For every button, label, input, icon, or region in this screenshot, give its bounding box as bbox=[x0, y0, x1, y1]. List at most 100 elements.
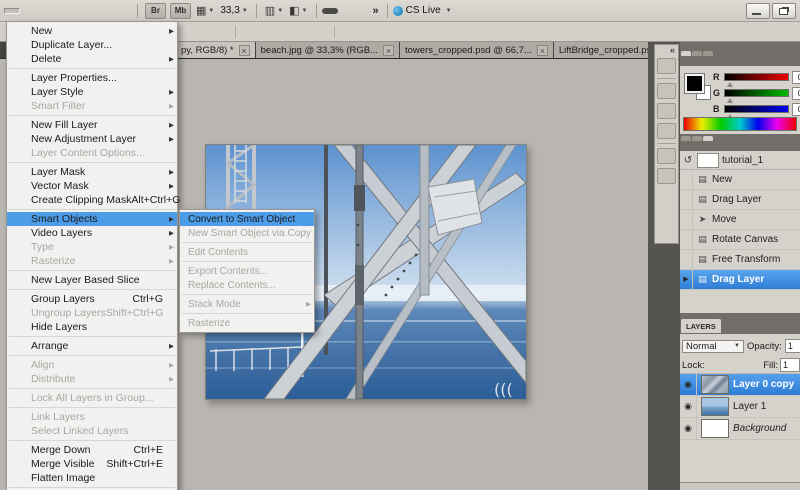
panel-tab[interactable] bbox=[681, 136, 691, 141]
eye-icon[interactable]: ◉ bbox=[680, 418, 697, 439]
history-state[interactable]: ▶ ▤ Drag Layer bbox=[680, 270, 800, 290]
brush-panel-icon[interactable] bbox=[657, 83, 676, 99]
tab-layers[interactable]: LAYERS bbox=[681, 319, 721, 333]
document-tab[interactable]: towers_cropped.psd @ 66,7... × bbox=[400, 42, 553, 58]
clone-source-panel-icon[interactable] bbox=[657, 103, 676, 119]
menubar-menu[interactable] bbox=[52, 8, 68, 14]
document-tab[interactable]: beach.jpg @ 33,3% (RGB... × bbox=[256, 42, 399, 58]
history-state[interactable]: ▤ Free Transform bbox=[680, 250, 800, 270]
channel-slider[interactable] bbox=[724, 89, 789, 97]
paragraph-panel-icon[interactable] bbox=[657, 168, 676, 184]
menu-item[interactable]: Convert to Smart Object bbox=[180, 212, 314, 226]
menu-item[interactable]: Flatten Image bbox=[7, 471, 177, 485]
color-spectrum-bar[interactable] bbox=[683, 117, 797, 131]
menubar-menu[interactable] bbox=[100, 8, 116, 14]
fill-value[interactable]: 1 bbox=[780, 358, 800, 372]
menu-item[interactable]: Hide Layers bbox=[7, 320, 177, 334]
menu-item[interactable]: New Fill Layer ▶ bbox=[7, 118, 177, 132]
menubar-menu[interactable] bbox=[20, 8, 36, 14]
menu-item[interactable]: Merge Down Ctrl+E bbox=[7, 443, 177, 457]
view-extras-button[interactable]: ▦ ▼ bbox=[196, 4, 214, 17]
history-state-gutter[interactable] bbox=[680, 210, 693, 229]
menu-item[interactable]: Vector Mask ▶ bbox=[7, 179, 177, 193]
history-state-gutter[interactable] bbox=[680, 170, 693, 189]
cs-live-button[interactable]: CS Live ▼ bbox=[393, 5, 452, 16]
channel-slider[interactable] bbox=[724, 105, 789, 113]
slider-marker-icon[interactable] bbox=[727, 79, 733, 87]
history-brush-icon[interactable]: ↺ bbox=[682, 155, 694, 166]
history-state-gutter[interactable]: ▶ bbox=[680, 270, 693, 289]
document-tab[interactable]: py, RGB/8) * × bbox=[176, 42, 255, 58]
history-state[interactable]: ▤ New bbox=[680, 170, 800, 190]
menu-item[interactable]: Video Layers ▶ bbox=[7, 226, 177, 240]
foreground-color-swatch[interactable] bbox=[685, 74, 704, 93]
Layer 1[interactable]: ◉ Layer 1 bbox=[680, 396, 800, 418]
panel-tab[interactable] bbox=[703, 51, 713, 56]
document-tab[interactable]: LiftBridge_cropped.psd @ 8... × bbox=[554, 42, 648, 58]
separator bbox=[9, 440, 175, 441]
panel-tab[interactable] bbox=[692, 51, 702, 56]
close-icon[interactable]: × bbox=[383, 45, 394, 56]
menu-item[interactable]: Delete ▶ bbox=[7, 52, 177, 66]
eye-icon[interactable]: ◉ bbox=[680, 374, 697, 395]
channel-value[interactable]: 0 bbox=[792, 87, 800, 100]
restore-button[interactable] bbox=[772, 3, 796, 19]
menu-item[interactable]: Arrange ▶ bbox=[7, 339, 177, 353]
menubar-menu[interactable] bbox=[36, 8, 52, 14]
slider-marker-icon[interactable] bbox=[727, 95, 733, 103]
menubar-menu[interactable] bbox=[4, 8, 20, 14]
bridge-button[interactable]: Br bbox=[145, 3, 166, 19]
channel-slider[interactable] bbox=[724, 73, 789, 81]
menu-item[interactable]: Layer Properties... bbox=[7, 71, 177, 85]
expand-dock-icon[interactable]: « bbox=[670, 45, 678, 56]
mini-bridge-panel-icon[interactable] bbox=[657, 58, 676, 74]
menu-item[interactable]: New Adjustment Layer ▶ bbox=[7, 132, 177, 146]
workspace-button[interactable] bbox=[338, 8, 354, 14]
Layer 0 copy[interactable]: ◉ Layer 0 copy bbox=[680, 374, 800, 396]
menu-item[interactable]: New Layer Based Slice bbox=[7, 273, 177, 287]
history-state[interactable]: ▤ Rotate Canvas bbox=[680, 230, 800, 250]
workspace-button[interactable] bbox=[354, 8, 370, 14]
minimize-button[interactable] bbox=[746, 3, 770, 19]
menubar-menu[interactable] bbox=[84, 8, 100, 14]
menu-item[interactable]: Create Clipping Mask Alt+Ctrl+G bbox=[7, 193, 177, 207]
layer-thumbnail[interactable] bbox=[701, 419, 729, 438]
workspace-button[interactable] bbox=[322, 8, 338, 14]
channel-value[interactable]: 0 bbox=[792, 103, 800, 116]
zoom-level-control[interactable]: 33,3 ▼ bbox=[220, 5, 247, 16]
history-state-gutter[interactable] bbox=[680, 230, 693, 249]
screen-mode-button[interactable]: ◧ ▼ bbox=[289, 4, 307, 17]
menu-item[interactable]: Merge Visible Shift+Ctrl+E bbox=[7, 457, 177, 471]
layer-comps-panel-icon[interactable] bbox=[657, 123, 676, 139]
panel-tab[interactable] bbox=[692, 136, 702, 141]
panel-tab[interactable] bbox=[681, 51, 691, 56]
blend-mode-select[interactable]: Normal ▼ bbox=[682, 340, 744, 353]
channel-value[interactable]: 0 bbox=[792, 71, 800, 84]
menu-item[interactable]: Group Layers Ctrl+G bbox=[7, 292, 177, 306]
menu-item[interactable]: Duplicate Layer... bbox=[7, 38, 177, 52]
history-state[interactable]: ▤ Drag Layer bbox=[680, 190, 800, 210]
menu-item[interactable]: Layer Style ▶ bbox=[7, 85, 177, 99]
opacity-value[interactable]: 1 bbox=[785, 339, 800, 353]
history-state[interactable]: ➤ Move bbox=[680, 210, 800, 230]
menu-item[interactable]: New ▶ bbox=[7, 24, 177, 38]
menubar-menu[interactable] bbox=[68, 8, 84, 14]
panel-tab[interactable] bbox=[703, 136, 713, 141]
history-state-gutter[interactable] bbox=[680, 250, 693, 269]
close-icon[interactable]: × bbox=[239, 45, 250, 56]
menu-item[interactable]: Smart Objects ▶ bbox=[7, 212, 177, 226]
history-state-gutter[interactable] bbox=[680, 190, 693, 209]
arrange-documents-button[interactable]: ▥ ▼ bbox=[265, 4, 283, 17]
layer-thumbnail[interactable] bbox=[701, 375, 729, 394]
mini-bridge-button[interactable]: Mb bbox=[170, 3, 191, 19]
menubar-menu[interactable] bbox=[116, 8, 132, 14]
Background[interactable]: ◉ Background bbox=[680, 418, 800, 440]
character-panel-icon[interactable] bbox=[657, 148, 676, 164]
layer-thumbnail[interactable] bbox=[701, 397, 729, 416]
workspace-overflow-icon[interactable]: » bbox=[370, 5, 382, 17]
menu-item[interactable]: Layer Mask ▶ bbox=[7, 165, 177, 179]
snapshot-name: tutorial_1 bbox=[722, 155, 763, 166]
eye-icon[interactable]: ◉ bbox=[680, 396, 697, 417]
history-snapshot-row[interactable]: ↺ tutorial_1 bbox=[680, 151, 800, 170]
close-icon[interactable]: × bbox=[537, 45, 548, 56]
